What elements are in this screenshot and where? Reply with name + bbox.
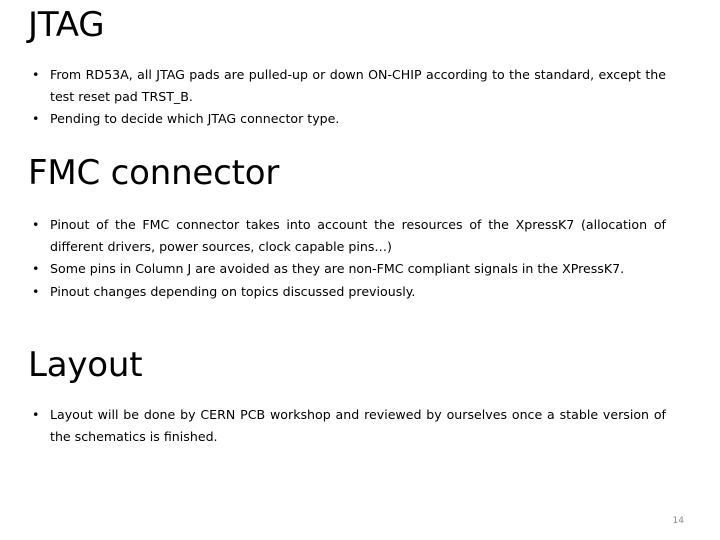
bullet-item: • Pending to decide which JTAG connector… — [14, 108, 666, 130]
bullet-item: • Pinout changes depending on topics dis… — [14, 281, 666, 303]
slide-canvas: JTAG • From RD53A, all JTAG pads are pul… — [0, 0, 720, 540]
bullet-text: From RD53A, all JTAG pads are pulled-up … — [50, 67, 666, 104]
bullet-marker-icon: • — [32, 261, 40, 276]
section-heading-layout: Layout — [28, 345, 143, 385]
bullet-list-layout: • Layout will be done by CERN PCB worksh… — [14, 404, 666, 448]
bullet-item: • Some pins in Column J are avoided as t… — [14, 258, 666, 280]
bullet-marker-icon: • — [32, 217, 40, 232]
bullet-list-fmc-connector: • Pinout of the FMC connector takes into… — [14, 214, 666, 303]
bullet-text: Pinout of the FMC connector takes into a… — [50, 217, 666, 254]
page-number: 14 — [672, 516, 684, 526]
bullet-item: • Pinout of the FMC connector takes into… — [14, 214, 666, 257]
bullet-item: • From RD53A, all JTAG pads are pulled-u… — [14, 64, 666, 107]
bullet-text: Some pins in Column J are avoided as the… — [50, 261, 625, 276]
bullet-text: Pinout changes depending on topics discu… — [50, 283, 416, 299]
bullet-marker-icon: • — [32, 111, 40, 126]
section-heading-fmc-connector: FMC connector — [28, 153, 280, 193]
bullet-text: Layout will be done by CERN PCB workshop… — [50, 407, 666, 444]
bullet-marker-icon: • — [32, 407, 40, 422]
bullet-marker-icon: • — [32, 283, 40, 299]
bullet-item: • Layout will be done by CERN PCB worksh… — [14, 404, 666, 447]
bullet-marker-icon: • — [32, 67, 40, 82]
bullet-text: Pending to decide which JTAG connector t… — [50, 111, 340, 126]
section-heading-jtag: JTAG — [28, 5, 105, 45]
bullet-list-jtag: • From RD53A, all JTAG pads are pulled-u… — [14, 64, 666, 131]
